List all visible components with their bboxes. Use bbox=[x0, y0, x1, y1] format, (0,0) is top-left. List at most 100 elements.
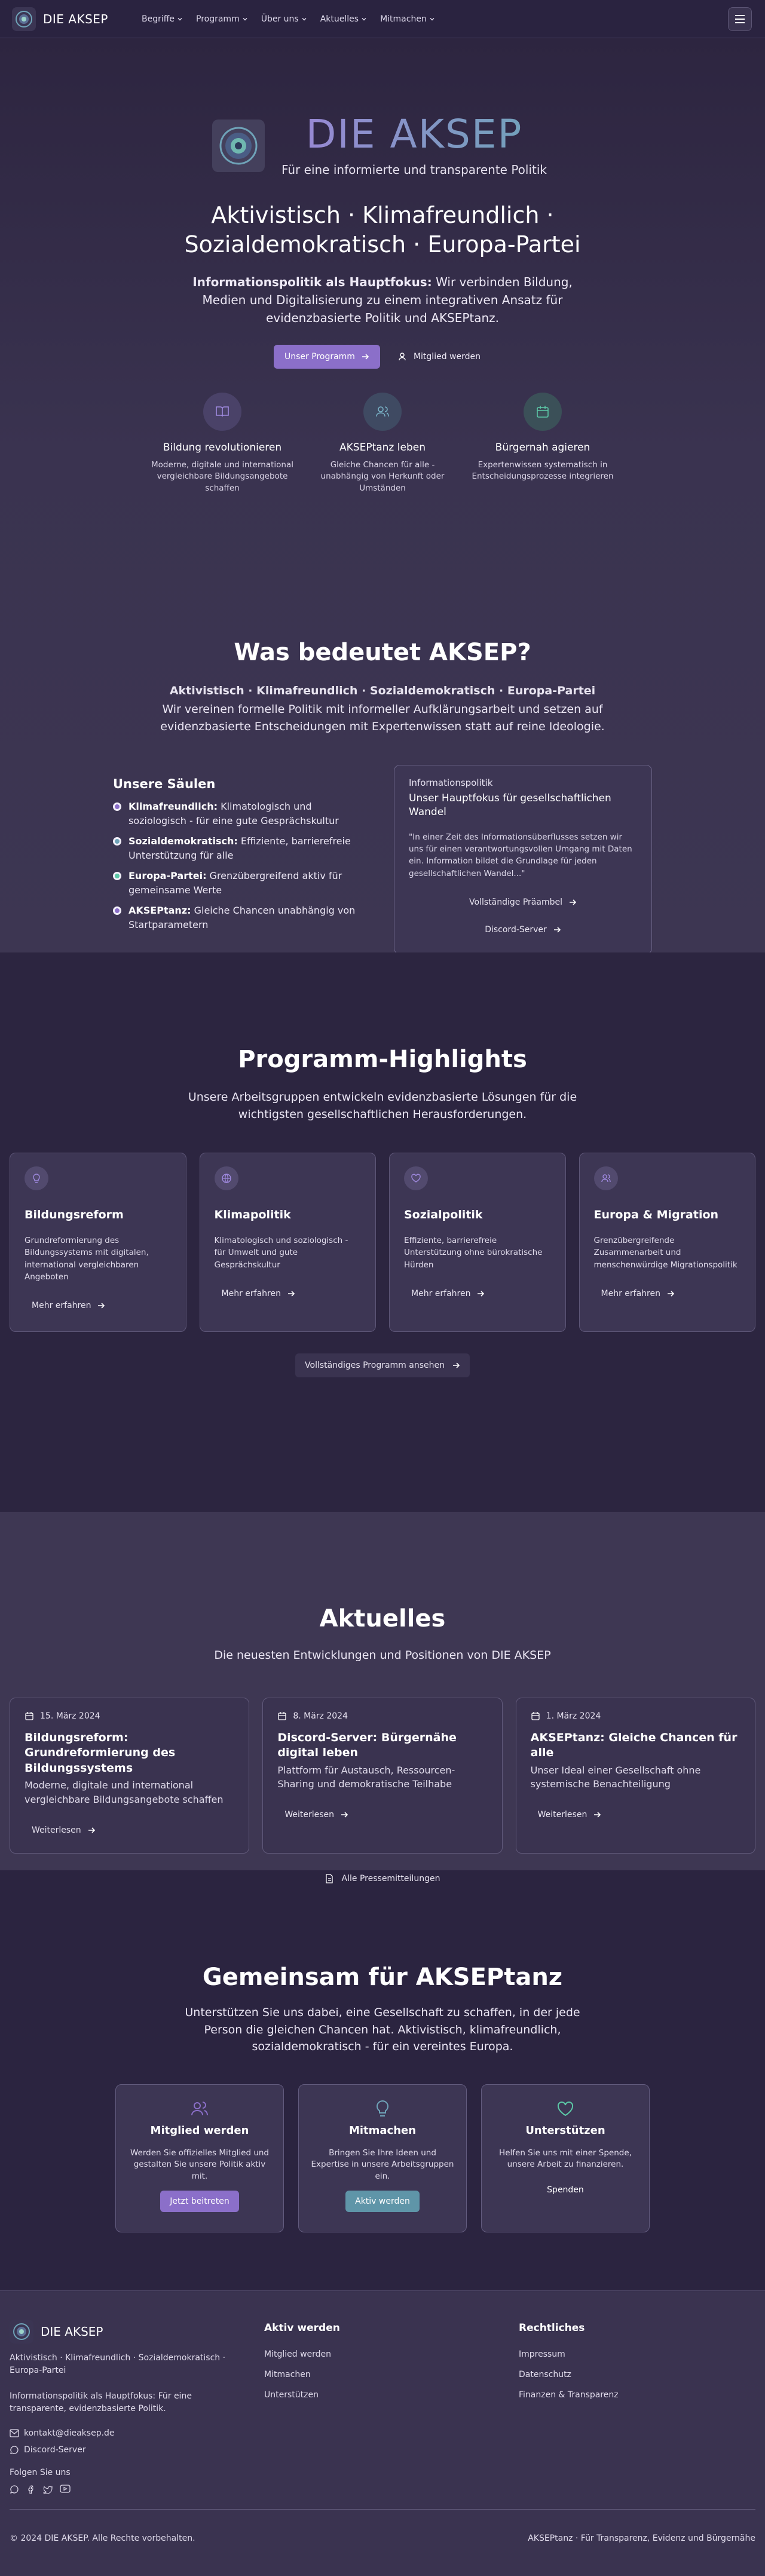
news-section: Aktuelles Die neuesten Entwicklungen und… bbox=[0, 1512, 765, 1883]
full-program-button[interactable]: Vollständiges Programm ansehen bbox=[295, 1353, 470, 1377]
member-button[interactable]: Mitglied werden bbox=[387, 345, 491, 369]
heart-icon bbox=[556, 2099, 575, 2118]
brand-link[interactable]: DIE AKSEP bbox=[12, 7, 108, 31]
follow-label: Folgen Sie uns bbox=[10, 2468, 71, 2477]
menu-item-programm[interactable]: Programm bbox=[196, 14, 248, 24]
arrow-right-icon bbox=[452, 1361, 460, 1370]
logo-icon bbox=[12, 7, 36, 31]
more-link[interactable]: Mehr erfahren bbox=[215, 1283, 362, 1304]
discord-button[interactable]: Discord-Server bbox=[409, 918, 637, 942]
chevron-down-icon bbox=[429, 16, 435, 22]
book-icon bbox=[203, 392, 241, 431]
arrow-right-icon bbox=[87, 1826, 96, 1834]
arrow-right-icon bbox=[476, 1289, 485, 1298]
document-icon bbox=[325, 1874, 333, 1883]
meaning-section: Was bedeutet AKSEP? Aktivistisch · Klima… bbox=[0, 639, 765, 954]
menu-item-mitmachen[interactable]: Mitmachen bbox=[380, 14, 435, 24]
pillar-item: Sozialdemokratisch: Effiziente, barriere… bbox=[113, 834, 364, 863]
info-policy-box: Informationspolitik Unser Hauptfokus für… bbox=[394, 765, 652, 954]
youtube-icon[interactable] bbox=[60, 2485, 71, 2494]
calendar-icon bbox=[25, 1711, 34, 1721]
footer-link-support[interactable]: Unterstützen bbox=[264, 2390, 519, 2400]
menu-item-begriffe[interactable]: Begriffe bbox=[142, 14, 183, 24]
hero-section: DIE AKSEP Für eine informierte und trans… bbox=[0, 38, 765, 954]
footer-brand: DIE AKSEP bbox=[41, 2324, 103, 2339]
discord-link[interactable]: Discord-Server bbox=[10, 2445, 264, 2455]
hero-info: Informationspolitik als Hauptfokus: Wir … bbox=[192, 274, 573, 325]
program-subtitle: Unsere Arbeitsgruppen entwickeln evidenz… bbox=[188, 1091, 577, 1121]
twitter-icon[interactable] bbox=[43, 2485, 53, 2494]
program-card: Europa & Migration Grenzübergreifende Zu… bbox=[579, 1153, 755, 1332]
meaning-title: Was bedeutet AKSEP? bbox=[234, 639, 531, 666]
hero-subtitle: Für eine informierte und transparente Po… bbox=[281, 163, 547, 177]
chevron-down-icon bbox=[361, 16, 367, 22]
pillar-item: Klimafreundlich: Klimatologisch und sozi… bbox=[113, 800, 364, 828]
calendar-icon bbox=[531, 1711, 540, 1721]
news-card: 1. März 2024 AKSEPtanz: Gleiche Chancen … bbox=[515, 1697, 755, 1854]
join-card-member: Mitglied werden Werden Sie offizielles M… bbox=[115, 2084, 284, 2232]
chat-icon bbox=[10, 2445, 19, 2455]
feature-item: Bürgernah agieren Expertenwissen systema… bbox=[471, 392, 614, 495]
news-card: 8. März 2024 Discord-Server: Bürgernähe … bbox=[262, 1697, 503, 1854]
users-icon bbox=[363, 392, 402, 431]
more-link[interactable]: Mehr erfahren bbox=[25, 1295, 172, 1316]
program-button[interactable]: Unser Programm bbox=[274, 344, 380, 369]
program-section: Programm-Highlights Unsere Arbeitsgruppe… bbox=[0, 952, 765, 1512]
hero-tagline: Aktivistisch · Klimafreundlich · Soziald… bbox=[184, 202, 581, 258]
preamble-button[interactable]: Vollständige Präambel bbox=[409, 890, 637, 914]
pillar-item: AKSEPtanz: Gleiche Chancen unabhängig vo… bbox=[113, 903, 364, 932]
bullet-icon bbox=[113, 906, 121, 915]
arrow-right-icon bbox=[97, 1301, 105, 1310]
bullet-icon bbox=[113, 837, 121, 846]
menu-toggle-button[interactable] bbox=[728, 7, 752, 31]
read-more-link[interactable]: Weiterlesen bbox=[531, 1804, 740, 1825]
footer-link-participate[interactable]: Mitmachen bbox=[264, 2370, 519, 2379]
press-releases-link[interactable]: Alle Pressemitteilungen bbox=[0, 1874, 765, 1883]
feature-item: Bildung revolutionieren Moderne, digital… bbox=[151, 392, 294, 495]
copyright: © 2024 DIE AKSEP. Alle Rechte vorbehalte… bbox=[10, 2534, 195, 2543]
user-icon bbox=[398, 352, 408, 362]
program-title: Programm-Highlights bbox=[238, 1046, 527, 1073]
more-link[interactable]: Mehr erfahren bbox=[594, 1283, 741, 1304]
news-date: 8. März 2024 bbox=[293, 1711, 348, 1721]
feature-list: Bildung revolutionieren Moderne, digital… bbox=[0, 392, 765, 495]
join-now-button[interactable]: Jetzt beitreten bbox=[160, 2191, 239, 2213]
main-menu: Begriffe Programm Über uns Aktuelles Mit… bbox=[142, 14, 435, 24]
menu-item-aktuelles[interactable]: Aktuelles bbox=[320, 14, 367, 24]
bullet-icon bbox=[113, 872, 121, 880]
chat-icon[interactable] bbox=[10, 2485, 19, 2494]
program-card: Klimapolitik Klimatologisch und soziolog… bbox=[199, 1153, 376, 1332]
brand-name: DIE AKSEP bbox=[43, 11, 108, 26]
globe-icon bbox=[214, 1166, 238, 1190]
program-card: Bildungsreform Grundreformierung des Bil… bbox=[10, 1153, 186, 1332]
users-icon bbox=[190, 2099, 209, 2118]
join-section: Gemeinsam für AKSEPtanz Unterstützen Sie… bbox=[0, 1870, 765, 2291]
hero-logo-icon bbox=[212, 120, 265, 172]
read-more-link[interactable]: Weiterlesen bbox=[25, 1820, 234, 1841]
more-link[interactable]: Mehr erfahren bbox=[404, 1283, 551, 1304]
join-subtitle: Unterstützen Sie uns dabei, eine Gesells… bbox=[185, 2006, 580, 2053]
footer-link-privacy[interactable]: Datenschutz bbox=[519, 2370, 619, 2379]
pillar-item: Europa-Partei: Grenzübergreifend aktiv f… bbox=[113, 869, 364, 898]
arrow-right-icon bbox=[361, 353, 369, 361]
mail-icon bbox=[10, 2429, 19, 2437]
hero-title: DIE AKSEP bbox=[281, 115, 547, 154]
pillars-list: Unsere Säulen Klimafreundlich: Klimatolo… bbox=[113, 765, 364, 954]
news-date: 15. März 2024 bbox=[40, 1711, 100, 1721]
top-nav: DIE AKSEP Begriffe Programm Über uns Akt… bbox=[0, 0, 765, 38]
news-subtitle: Die neuesten Entwicklungen und Positione… bbox=[214, 1649, 551, 1662]
arrow-right-icon bbox=[340, 1811, 348, 1819]
footer-link-finance[interactable]: Finanzen & Transparenz bbox=[519, 2390, 619, 2400]
become-active-button[interactable]: Aktiv werden bbox=[345, 2191, 420, 2213]
heart-icon bbox=[404, 1166, 428, 1190]
menu-item-ueber-uns[interactable]: Über uns bbox=[261, 14, 307, 24]
facebook-icon[interactable] bbox=[26, 2485, 36, 2494]
footer-link-imprint[interactable]: Impressum bbox=[519, 2350, 619, 2359]
arrow-right-icon bbox=[593, 1811, 601, 1819]
join-card-participate: Mitmachen Bringen Sie Ihre Ideen und Exp… bbox=[298, 2084, 467, 2232]
donate-button[interactable]: Spenden bbox=[537, 2179, 593, 2201]
read-more-link[interactable]: Weiterlesen bbox=[277, 1804, 487, 1825]
footer-link-member[interactable]: Mitglied werden bbox=[264, 2350, 519, 2359]
join-title: Gemeinsam für AKSEPtanz bbox=[202, 1964, 563, 1991]
email-link[interactable]: kontakt@dieaksep.de bbox=[10, 2428, 264, 2438]
